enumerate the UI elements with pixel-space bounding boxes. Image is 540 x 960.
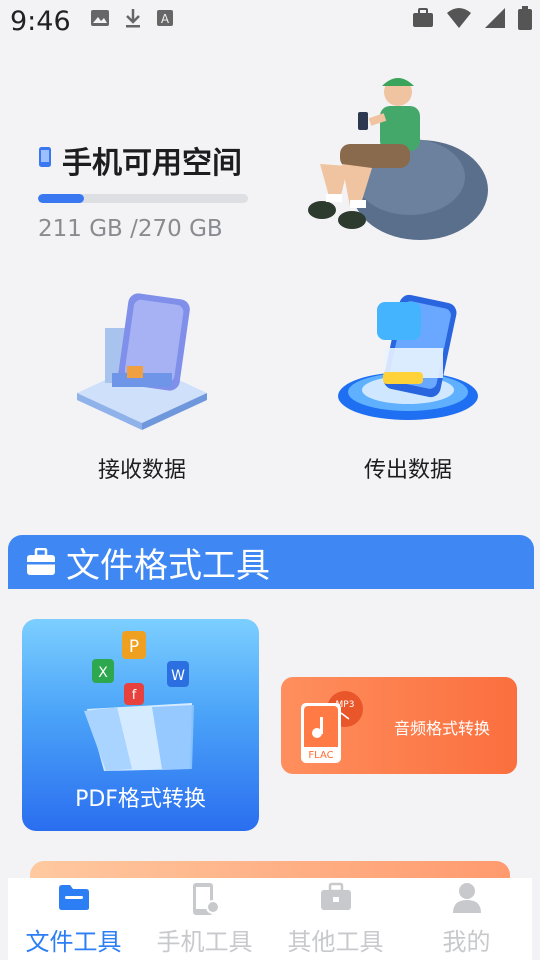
audio-convert-card[interactable]: MP3 FLAC 音频格式转换 xyxy=(281,677,517,774)
user-icon xyxy=(452,883,481,913)
audio-file-icon: MP3 FLAC xyxy=(301,691,363,763)
pdf-convert-card[interactable]: P X W f PDF格式转换 xyxy=(22,619,259,831)
svg-text:X: X xyxy=(98,665,108,681)
text-a-icon: A xyxy=(157,10,173,26)
image-icon xyxy=(91,10,109,26)
status-time: 9:46 xyxy=(10,6,71,37)
nav-label: 手机工具 xyxy=(156,928,253,956)
svg-text:P: P xyxy=(129,637,139,657)
audio-convert-label: 音频格式转换 xyxy=(394,719,491,738)
receive-data-label: 接收数据 xyxy=(97,458,186,483)
svg-text:A: A xyxy=(161,12,170,26)
section-title: 文件格式工具 xyxy=(66,545,270,586)
storage-total: /270 GB xyxy=(130,216,223,242)
storage-progress-fill xyxy=(38,194,85,203)
nav-phone-tools[interactable]: 手机工具 xyxy=(139,878,270,960)
send-data-button[interactable]: 传出数据 xyxy=(298,288,518,488)
folder-icon xyxy=(58,885,89,910)
nav-other-tools[interactable]: 其他工具 xyxy=(270,878,401,960)
pdf-files-illustration: P X W f xyxy=(84,631,194,771)
briefcase-icon xyxy=(413,8,433,27)
receive-data-illustration xyxy=(77,293,207,430)
send-data-illustration xyxy=(338,294,478,420)
file-format-tools-header: 文件格式工具 xyxy=(8,535,534,589)
nav-label: 文件工具 xyxy=(25,928,122,956)
svg-text:W: W xyxy=(171,668,185,684)
storage-title: 手机可用空间 xyxy=(62,146,242,181)
receive-data-button[interactable]: 接收数据 xyxy=(32,288,252,488)
bottom-nav: 文件工具 手机工具 其他工具 我的 xyxy=(8,878,532,960)
status-bar: 9:46 A xyxy=(0,0,540,44)
nav-file-tools[interactable]: 文件工具 xyxy=(8,878,139,960)
download-icon xyxy=(126,9,140,28)
signal-icon xyxy=(485,8,505,28)
nav-label: 其他工具 xyxy=(287,928,384,956)
send-data-label: 传出数据 xyxy=(363,458,452,483)
phone-icon xyxy=(39,147,51,167)
storage-usage: 211 GB /270 GB xyxy=(38,216,223,242)
toolbox-icon xyxy=(320,882,351,910)
svg-text:f: f xyxy=(132,688,137,703)
phone-settings-icon xyxy=(192,883,220,915)
nav-label: 我的 xyxy=(442,928,491,956)
briefcase-icon xyxy=(27,548,55,575)
pdf-convert-label: PDF格式转换 xyxy=(75,787,206,812)
storage-used: 211 GB xyxy=(38,216,123,242)
storage-progress-bar xyxy=(38,194,248,203)
battery-icon xyxy=(518,6,532,30)
wifi-icon xyxy=(447,8,471,28)
flac-badge: FLAC xyxy=(308,750,333,761)
person-on-beanbag-illustration xyxy=(308,78,488,240)
nav-mine[interactable]: 我的 xyxy=(401,878,532,960)
